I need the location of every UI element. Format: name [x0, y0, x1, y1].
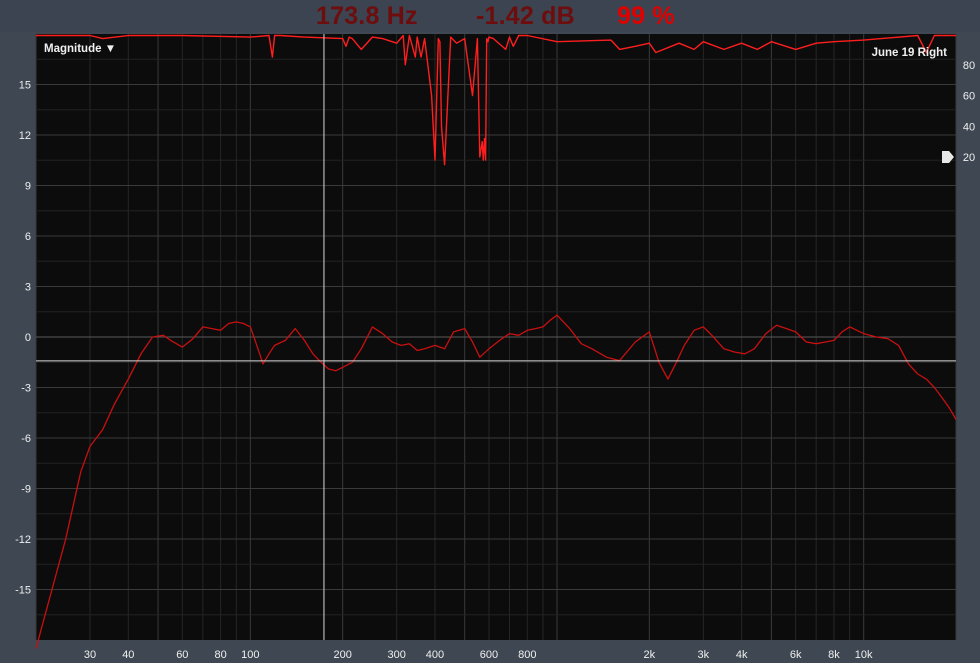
x-tick-label: 800 — [518, 649, 536, 661]
x-tick-label: 4k — [736, 649, 748, 661]
y-tick-label: 12 — [19, 130, 31, 142]
y-tick-label: -15 — [15, 585, 31, 597]
coherence-tick-label: 60 — [963, 91, 975, 103]
y-tick-label: 9 — [25, 181, 31, 193]
y-tick-label: -6 — [21, 433, 31, 445]
coherence-tick-label: 40 — [963, 121, 975, 133]
x-tick-label: 80 — [215, 649, 227, 661]
trace-name-label: June 19 Right — [872, 47, 948, 59]
y-tick-label: 0 — [25, 332, 31, 344]
x-tick-label: 6k — [790, 649, 802, 661]
x-tick-label: 100 — [241, 649, 259, 661]
y-tick-label: 3 — [25, 282, 31, 294]
view-menu[interactable]: Magnitude ▼ — [44, 43, 116, 55]
coherence-tick-label: 20 — [963, 152, 975, 164]
y-tick-label: -12 — [15, 534, 31, 546]
x-axis: 30 40 60 80 100 200 300 400 600 800 2k 3k 4k 6k 8k 10k — [84, 649, 873, 661]
x-tick-label: 3k — [698, 649, 710, 661]
x-tick-label: 40 — [122, 649, 134, 661]
y-tick-label: -3 — [21, 383, 31, 395]
x-tick-label: 300 — [387, 649, 405, 661]
y-tick-label: 6 — [25, 231, 31, 243]
y-tick-label: 15 — [19, 80, 31, 92]
magnitude-chart[interactable]: 80604020 15129630-3-6-9-12-15 30 40 60 80 10… — [0, 0, 980, 663]
x-tick-label: 400 — [426, 649, 444, 661]
coherence-tick-label: 80 — [963, 60, 975, 72]
y-tick-label: -9 — [21, 484, 31, 496]
y-axis: 15 12 9 6 3 0 -3 -6 -9 -12 -15 — [15, 80, 31, 597]
x-tick-label: 200 — [333, 649, 351, 661]
x-tick-label: 2k — [644, 649, 656, 661]
x-tick-label: 10k — [855, 649, 873, 661]
x-tick-label: 30 — [84, 649, 96, 661]
x-tick-label: 600 — [480, 649, 498, 661]
x-tick-label: 8k — [828, 649, 840, 661]
x-tick-label: 60 — [176, 649, 188, 661]
